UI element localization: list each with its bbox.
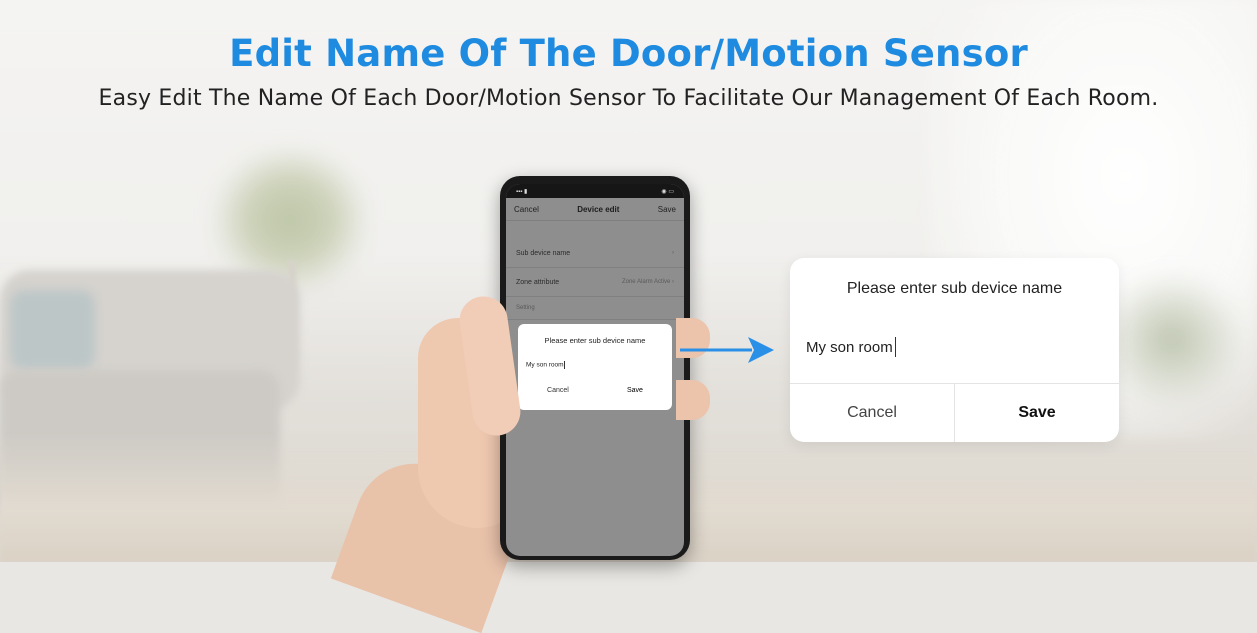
phone-dialog-cancel-button[interactable]: Cancel [547, 387, 569, 394]
phone-dialog-title: Please enter sub device name [544, 336, 646, 345]
arrow-right-icon [680, 337, 774, 363]
text-cursor [894, 337, 897, 357]
page-title: Edit Name Of The Door/Motion Sensor [229, 32, 1028, 75]
dialog-buttons: Cancel Save [790, 383, 1119, 442]
phone-screen: ▪▪▪ ▮ ◉ ▭ Cancel Device edit Save Sub de… [506, 184, 684, 556]
phone-save-button[interactable]: Save [658, 205, 676, 214]
cancel-button[interactable]: Cancel [790, 384, 954, 442]
phone-dialog-save-button[interactable]: Save [627, 387, 643, 394]
phone-row-sub-device-name[interactable]: Sub device name › [506, 239, 684, 268]
phone-app-title: Device edit [577, 204, 620, 214]
phone-row-value: Zone Alarm Active [621, 279, 671, 285]
save-button[interactable]: Save [954, 384, 1119, 442]
signal-icon: ▪▪▪ ▮ [516, 188, 528, 195]
sub-device-name-input[interactable]: My son room [806, 337, 897, 357]
phone-name-dialog: Please enter sub device name My son room… [518, 324, 672, 410]
phone-cancel-button[interactable]: Cancel [514, 205, 539, 214]
page-subtitle: Easy Edit The Name Of Each Door/Motion S… [98, 86, 1159, 111]
phone-row-zone-attribute[interactable]: Zone attribute Zone Alarm Active › [506, 268, 684, 297]
phone-section-label: Setting [506, 297, 684, 320]
phone-app-bar: Cancel Device edit Save [506, 198, 684, 221]
phone-row-label: Zone attribute [516, 278, 560, 286]
battery-icon: ◉ ▭ [661, 188, 674, 195]
chevron-right-icon: › [672, 250, 674, 256]
phone-row-label: Sub device name [516, 249, 571, 257]
sub-device-name-dialog: Please enter sub device name My son room… [790, 258, 1119, 442]
dialog-title: Please enter sub device name [846, 280, 1063, 297]
hand-finger [676, 380, 710, 420]
input-value: My son room [806, 338, 893, 356]
phone-dialog-input[interactable]: My son room [526, 361, 672, 369]
phone-status-bar: ▪▪▪ ▮ ◉ ▭ [506, 184, 684, 198]
phone: ▪▪▪ ▮ ◉ ▭ Cancel Device edit Save Sub de… [500, 176, 690, 560]
chevron-right-icon: › [672, 279, 674, 285]
text-cursor [563, 361, 565, 369]
